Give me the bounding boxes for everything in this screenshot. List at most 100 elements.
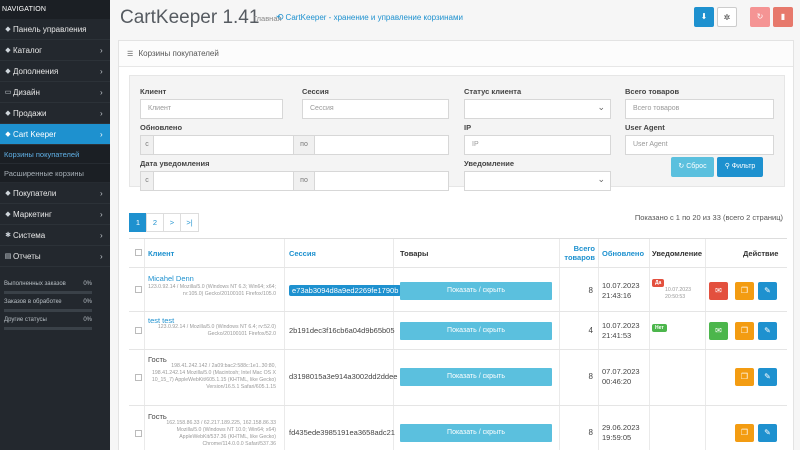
status-label: Статус клиента: [464, 87, 522, 96]
toggle-products-button[interactable]: Показать / скрыть: [400, 368, 552, 386]
th-products: Товары: [400, 248, 429, 258]
th-total-link[interactable]: Всего товаров: [561, 244, 595, 262]
client-meta: 123.0.92.14 / Mozilla/5.0 (Windows NT 6.…: [148, 284, 276, 297]
select-all-checkbox[interactable]: [135, 249, 142, 256]
breadcrumb-module[interactable]: ⟲ CartKeeper - хранение и управление кор…: [276, 12, 463, 23]
row-checkbox[interactable]: [135, 430, 142, 437]
filter-button[interactable]: ⚲ Фильтр: [717, 157, 763, 177]
ip-label: IP: [464, 123, 472, 132]
sidebar-item-label: Продажи: [13, 108, 47, 118]
ip-input[interactable]: IP: [464, 135, 611, 155]
updated-to-input[interactable]: [314, 135, 449, 155]
reset-button[interactable]: ↻ Сброс: [671, 157, 714, 177]
edit-button[interactable]: ✎: [758, 368, 777, 386]
total-input[interactable]: Всего товаров: [625, 99, 774, 119]
page-2[interactable]: 2: [146, 213, 164, 232]
tags-icon: ◆: [5, 46, 11, 54]
copy-button[interactable]: ❐: [735, 368, 754, 386]
nav-header: NAVIGATION: [0, 0, 110, 19]
updated-label: Обновлено: [140, 123, 183, 132]
refresh-button[interactable]: ↻: [750, 7, 770, 27]
send-email-button[interactable]: ✉: [709, 282, 728, 300]
user-agent-label: User Agent: [625, 123, 665, 132]
page-last[interactable]: >|: [180, 213, 199, 232]
th-session[interactable]: Сессия: [289, 239, 316, 267]
updated-from-addon: с: [140, 135, 154, 155]
th-updated-link[interactable]: Обновлено: [602, 249, 644, 258]
progress-bar: [4, 291, 92, 294]
client-name-link[interactable]: Micahel Denn: [148, 274, 194, 283]
sidebar-item-system[interactable]: ✱ Система ›: [0, 225, 110, 246]
edit-button[interactable]: ✎: [758, 322, 777, 340]
th-client-link[interactable]: Клиент: [148, 249, 174, 258]
sidebar-item-label: Отчеты: [13, 251, 41, 261]
notify-from-input[interactable]: [153, 171, 294, 191]
sidebar-item-catalog[interactable]: ◆ Каталог ›: [0, 40, 110, 61]
toggle-products-button[interactable]: Показать / скрыть: [400, 424, 552, 442]
session-id: 2b191dec3f16cb6a04d9b65b05: [289, 326, 395, 335]
envelope-icon: ✉: [715, 326, 722, 335]
filter-button-label: Фильтр: [731, 163, 756, 170]
sidebar-item-reports[interactable]: ▤ Отчеты ›: [0, 246, 110, 267]
download-button[interactable]: ⬇: [694, 7, 714, 27]
edit-button[interactable]: ✎: [758, 282, 777, 300]
delete-button[interactable]: ▮: [773, 7, 793, 27]
search-icon: ⚲: [724, 163, 732, 170]
pencil-icon: ✎: [764, 326, 771, 335]
row-checkbox[interactable]: [135, 374, 142, 381]
notify-select[interactable]: [464, 170, 611, 191]
copy-icon: ❐: [740, 372, 749, 381]
toggle-products-button[interactable]: Показать / скрыть: [400, 282, 552, 300]
copy-button[interactable]: ❐: [735, 424, 754, 442]
th-session-link[interactable]: Сессия: [289, 249, 316, 258]
updated-date: 29.06.2023: [602, 423, 640, 432]
sidebar-item-customers[interactable]: ◆ Покупатели ›: [0, 183, 110, 204]
sidebar-item-dashboard[interactable]: ◆ Панель управления: [0, 19, 110, 40]
carts-table: Клиент Сессия Товары Всего товаров Обнов…: [129, 238, 787, 450]
pagination-info: Показано с 1 по 20 из 33 (всего 2 страни…: [634, 213, 783, 222]
total-qty: 8: [588, 428, 593, 437]
toggle-products-button[interactable]: Показать / скрыть: [400, 322, 552, 340]
total-label: Всего товаров: [625, 87, 680, 96]
cart-icon: ◆: [5, 109, 11, 117]
send-email-button[interactable]: ✉: [709, 322, 728, 340]
row-checkbox[interactable]: [135, 327, 142, 334]
sidebar-item-marketing[interactable]: ◆ Маркетинг ›: [0, 204, 110, 225]
status-select[interactable]: [464, 98, 611, 119]
stat-percent: 0%: [83, 299, 92, 305]
table-row: Гость 162.158.86.33 / 62.217.189.225, 16…: [129, 405, 787, 450]
th-notify: Уведомление: [652, 248, 703, 258]
copy-button[interactable]: ❐: [735, 322, 754, 340]
settings-button[interactable]: ✲: [717, 7, 737, 27]
row-checkbox[interactable]: [135, 286, 142, 293]
user-agent-input[interactable]: User Agent: [625, 135, 774, 155]
panel-heading: ☰ Корзины покупателей: [119, 41, 793, 67]
chevron-right-icon: ›: [100, 188, 103, 198]
th-action: Действие: [743, 248, 779, 258]
sidebar-subitem-extended-carts[interactable]: Расширенные корзины: [0, 164, 110, 183]
pencil-icon: ✎: [764, 286, 771, 295]
stat-label: Выполненных заказов: [4, 281, 66, 287]
session-input[interactable]: Сессия: [302, 99, 449, 119]
sidebar-item-sales[interactable]: ◆ Продажи ›: [0, 103, 110, 124]
updated-to-addon: по: [293, 135, 315, 155]
notify-to-input[interactable]: [314, 171, 449, 191]
sidebar-item-label: Маркетинг: [13, 209, 52, 219]
sidebar-subitem-customer-carts[interactable]: Корзины покупателей: [0, 145, 110, 164]
sidebar-item-cart-keeper[interactable]: ◆ Cart Keeper ›: [0, 124, 110, 145]
copy-button[interactable]: ❐: [735, 282, 754, 300]
sidebar-item-extensions[interactable]: ◆ Дополнения ›: [0, 61, 110, 82]
updated-time: 21:43:16: [602, 291, 632, 300]
th-updated[interactable]: Обновлено: [602, 239, 644, 267]
sidebar-item-design[interactable]: ▭ Дизайн ›: [0, 82, 110, 103]
notify-from-addon: с: [140, 171, 154, 191]
page-next[interactable]: >: [163, 213, 181, 232]
page-1[interactable]: 1: [129, 213, 147, 232]
client-input[interactable]: Клиент: [140, 99, 283, 119]
th-total[interactable]: Всего товаров: [561, 239, 595, 267]
client-label: Клиент: [140, 87, 167, 96]
total-qty: 8: [588, 286, 593, 295]
th-client[interactable]: Клиент: [148, 239, 174, 267]
edit-button[interactable]: ✎: [758, 424, 777, 442]
updated-from-input[interactable]: [153, 135, 294, 155]
